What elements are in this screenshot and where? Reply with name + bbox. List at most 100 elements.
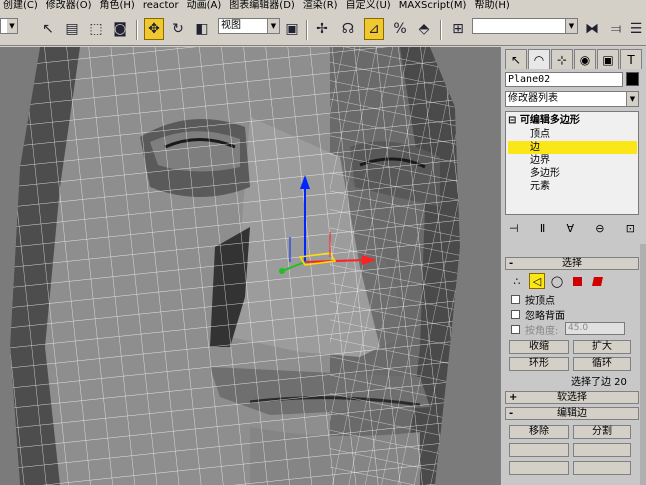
- checkbox-box: [511, 309, 520, 319]
- display-tab-icon[interactable]: ▣: [597, 49, 619, 69]
- hierarchy-tab-icon[interactable]: ⊹: [551, 49, 573, 69]
- mirror-icon[interactable]: ⧓: [582, 18, 602, 40]
- grow-button[interactable]: 扩大: [573, 340, 631, 354]
- by-angle-checkbox[interactable]: 按角度:: [511, 323, 558, 337]
- move-icon[interactable]: ✥: [144, 18, 164, 40]
- shrink-button[interactable]: 收缩: [509, 340, 569, 354]
- vertex-mode-icon[interactable]: ∴: [509, 273, 525, 289]
- menu-help[interactable]: 帮助(H): [471, 0, 514, 12]
- create-tab-icon[interactable]: ↖: [505, 49, 527, 69]
- command-panel-tabs: ↖ ◠ ⊹ ◉ ▣ T: [505, 49, 643, 69]
- stack-toolbar: ⊣ Ⅱ ∀ ⊖ ⊡: [505, 219, 639, 237]
- insert-vertex-button[interactable]: [509, 443, 569, 457]
- border-mode-icon[interactable]: ◯: [549, 273, 565, 289]
- target-weld-button[interactable]: [573, 461, 631, 475]
- modify-tab-icon[interactable]: ◠: [528, 49, 550, 69]
- object-name-field[interactable]: Plane02: [505, 72, 623, 87]
- pin-stack-icon[interactable]: ⊣: [509, 222, 519, 235]
- element-mode-icon[interactable]: [589, 273, 605, 289]
- toolbar-separator: [136, 20, 138, 40]
- menu-rendering[interactable]: 渲染(R): [300, 0, 343, 12]
- toolbar-separator: [440, 20, 442, 40]
- soft-selection-rollout-header[interactable]: + 软选择: [505, 391, 639, 404]
- stack-item-label: 多边形: [530, 168, 560, 179]
- modifier-list-label: 修改器列表: [508, 93, 558, 104]
- ring-button[interactable]: 环形: [509, 357, 569, 371]
- reference-coordinate-value: 视图: [221, 20, 241, 31]
- split-button[interactable]: 分割: [573, 425, 631, 439]
- motion-tab-icon[interactable]: ◉: [574, 49, 596, 69]
- select-manipulate-icon[interactable]: ✢: [312, 18, 332, 40]
- menu-customize[interactable]: 自定义(U): [343, 0, 396, 12]
- remove-modifier-icon[interactable]: ⊖: [595, 222, 604, 235]
- stack-item-polygon[interactable]: 多边形: [508, 167, 637, 180]
- select-by-name-icon[interactable]: ▤: [62, 18, 82, 40]
- stack-root[interactable]: ⊟ 可编辑多边形: [508, 114, 637, 127]
- collapse-icon: -: [509, 258, 514, 269]
- ignore-backfacing-checkbox[interactable]: 忽略背面: [511, 308, 565, 322]
- make-unique-icon[interactable]: ∀: [567, 222, 575, 235]
- modifier-stack: ⊟ 可编辑多边形 顶点 边 边界 多边形 元素: [505, 111, 639, 215]
- chevron-down-icon: ▼: [7, 19, 17, 33]
- selection-filter-dropdown[interactable]: ▼: [0, 18, 18, 34]
- chevron-down-icon: ▼: [267, 19, 279, 33]
- by-vertex-label: 按顶点: [525, 295, 555, 307]
- stack-item-label: 边: [530, 142, 540, 153]
- menu-character[interactable]: 角色(H): [96, 0, 139, 12]
- snap-toggle-icon[interactable]: ☊: [338, 18, 358, 40]
- face-mesh-render: [0, 47, 500, 485]
- spinner-snap-icon[interactable]: ⬘: [414, 18, 434, 40]
- show-end-result-icon[interactable]: Ⅱ: [540, 222, 545, 235]
- rotate-icon[interactable]: ↻: [168, 18, 188, 40]
- align-icon[interactable]: ⫤: [606, 18, 626, 40]
- stack-item-border[interactable]: 边界: [508, 154, 637, 167]
- named-selection-combo[interactable]: ▼: [472, 18, 578, 34]
- utilities-tab-icon[interactable]: T: [620, 49, 642, 69]
- perspective-viewport[interactable]: [0, 47, 500, 485]
- scale-icon[interactable]: ◧: [192, 18, 212, 40]
- selection-rollout-header[interactable]: - 选择: [505, 257, 639, 270]
- menu-animation[interactable]: 动画(A): [184, 0, 227, 12]
- object-color-swatch[interactable]: [626, 72, 639, 86]
- polygon-mode-icon[interactable]: [569, 273, 585, 289]
- pivot-center-icon[interactable]: ▣: [282, 18, 302, 40]
- command-panel: ↖ ◠ ⊹ ◉ ▣ T Plane02 修改器列表 ▼ ⊟ 可编辑多边形 顶点 …: [500, 47, 646, 485]
- menu-reactor[interactable]: reactor: [140, 0, 184, 12]
- stack-item-element[interactable]: 元素: [508, 180, 637, 193]
- edit-named-selection-icon[interactable]: ⊞: [448, 18, 468, 40]
- chevron-down-icon: ▼: [626, 92, 638, 106]
- percent-snap-icon[interactable]: %: [390, 18, 410, 40]
- edge-mode-icon[interactable]: ◁: [529, 273, 545, 289]
- configure-sets-icon[interactable]: ⊡: [626, 222, 635, 235]
- angle-value: 45.0: [568, 323, 589, 333]
- edit-edges-title: 编辑边: [557, 408, 587, 419]
- ignore-backfacing-label: 忽略背面: [525, 310, 565, 322]
- layer-manager-icon[interactable]: ☰: [626, 18, 646, 40]
- select-icon[interactable]: ↖: [38, 18, 58, 40]
- stack-item-edge[interactable]: 边: [508, 141, 637, 154]
- by-vertex-checkbox[interactable]: 按顶点: [511, 293, 555, 307]
- weld-button[interactable]: [573, 443, 631, 457]
- menu-graph-editors[interactable]: 图表编辑器(D): [226, 0, 300, 12]
- collapse-icon[interactable]: ⊟: [508, 115, 520, 126]
- angle-snap-icon[interactable]: ⊿: [364, 18, 384, 40]
- loop-button[interactable]: 循环: [573, 357, 631, 371]
- menu-create[interactable]: 创建(C): [0, 0, 43, 12]
- menu-modifiers[interactable]: 修改器(O): [43, 0, 97, 12]
- window-crossing-icon[interactable]: ◙: [110, 18, 130, 40]
- remove-button[interactable]: 移除: [509, 425, 569, 439]
- rect-selection-icon[interactable]: ⬚: [86, 18, 106, 40]
- checkbox-box: [511, 294, 520, 304]
- stack-item-vertex[interactable]: 顶点: [508, 128, 637, 141]
- angle-spinner[interactable]: 45.0: [565, 322, 625, 335]
- soft-selection-title: 软选择: [557, 392, 587, 403]
- polygon-mode-glyph: [572, 276, 582, 286]
- reference-coordinate-combo[interactable]: 视图 ▼: [218, 18, 280, 34]
- main-toolbar: ▼ ↖ ▤ ⬚ ◙ ✥ ↻ ◧ 视图 ▼ ▣ ✢ ☊ ⊿ % ⬘ ⊞ ▼ ⧓ ⫤…: [0, 12, 646, 46]
- extrude-button[interactable]: [509, 461, 569, 475]
- expand-icon: +: [509, 392, 518, 403]
- edit-edges-rollout-header[interactable]: - 编辑边: [505, 407, 639, 420]
- modifier-list-dropdown[interactable]: 修改器列表 ▼: [505, 91, 639, 107]
- menu-maxscript[interactable]: MAXScript(M): [396, 0, 472, 12]
- panel-scrollbar[interactable]: [640, 244, 646, 485]
